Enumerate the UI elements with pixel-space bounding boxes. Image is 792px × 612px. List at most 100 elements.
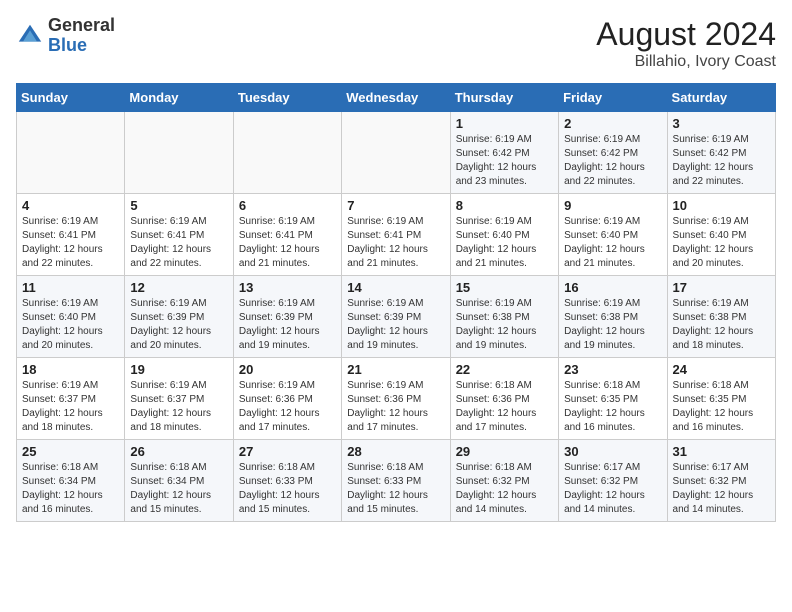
day-number: 17 (673, 280, 770, 295)
day-number: 30 (564, 444, 661, 459)
day-number: 31 (673, 444, 770, 459)
header-cell-monday: Monday (125, 84, 233, 112)
day-cell: 10 Sunrise: 6:19 AM Sunset: 6:40 PM Dayli… (667, 194, 775, 276)
day-info: Sunrise: 6:19 AM Sunset: 6:39 PM Dayligh… (239, 297, 336, 353)
day-number: 18 (22, 362, 119, 377)
logo-general: General (48, 16, 115, 36)
day-cell: 24Sunrise: 6:18 AM Sunset: 6:35 PM Dayli… (667, 358, 775, 440)
day-number: 26 (130, 444, 227, 459)
header-cell-wednesday: Wednesday (342, 84, 450, 112)
day-number: 21 (347, 362, 444, 377)
day-cell: 21 Sunrise: 6:19 AM Sunset: 6:36 PM Dayli… (342, 358, 450, 440)
page-header: General Blue August 2024 Billahio, Ivory… (16, 16, 776, 71)
day-cell (17, 112, 125, 194)
header-cell-tuesday: Tuesday (233, 84, 341, 112)
header-cell-saturday: Saturday (667, 84, 775, 112)
day-number: 15 (456, 280, 553, 295)
week-row-1: 1 Sunrise: 6:19 AM Sunset: 6:42 PM Daylig… (17, 112, 776, 194)
day-info: Sunrise: 6:19 AM Sunset: 6:38 PM Dayligh… (564, 297, 661, 353)
logo-text: General Blue (48, 16, 115, 56)
title-block: August 2024 Billahio, Ivory Coast (596, 16, 776, 71)
day-cell: 7 Sunrise: 6:19 AM Sunset: 6:41 PM Daylig… (342, 194, 450, 276)
day-cell: 27 Sunrise: 6:18 AM Sunset: 6:33 PM Dayli… (233, 440, 341, 522)
week-row-4: 18 Sunrise: 6:19 AM Sunset: 6:37 PM Dayli… (17, 358, 776, 440)
day-info: Sunrise: 6:19 AM Sunset: 6:40 PM Dayligh… (456, 215, 553, 271)
day-info: Sunrise: 6:19 AM Sunset: 6:42 PM Dayligh… (456, 133, 553, 189)
day-cell (125, 112, 233, 194)
day-info: Sunrise: 6:19 AM Sunset: 6:36 PM Dayligh… (239, 379, 336, 435)
day-info: Sunrise: 6:19 AM Sunset: 6:41 PM Dayligh… (347, 215, 444, 271)
day-cell: 3Sunrise: 6:19 AM Sunset: 6:42 PM Daylig… (667, 112, 775, 194)
day-cell: 19 Sunrise: 6:19 AM Sunset: 6:37 PM Dayli… (125, 358, 233, 440)
day-cell: 18 Sunrise: 6:19 AM Sunset: 6:37 PM Dayli… (17, 358, 125, 440)
day-cell: 4Sunrise: 6:19 AM Sunset: 6:41 PM Daylig… (17, 194, 125, 276)
day-info: Sunrise: 6:17 AM Sunset: 6:32 PM Dayligh… (564, 461, 661, 517)
logo-blue: Blue (48, 36, 115, 56)
day-number: 12 (130, 280, 227, 295)
day-number: 19 (130, 362, 227, 377)
day-info: Sunrise: 6:19 AM Sunset: 6:41 PM Dayligh… (130, 215, 227, 271)
day-info: Sunrise: 6:19 AM Sunset: 6:39 PM Dayligh… (130, 297, 227, 353)
day-number: 25 (22, 444, 119, 459)
day-cell: 13 Sunrise: 6:19 AM Sunset: 6:39 PM Dayli… (233, 276, 341, 358)
day-info: Sunrise: 6:19 AM Sunset: 6:37 PM Dayligh… (22, 379, 119, 435)
day-number: 8 (456, 198, 553, 213)
day-cell: 25 Sunrise: 6:18 AM Sunset: 6:34 PM Dayli… (17, 440, 125, 522)
day-cell: 15 Sunrise: 6:19 AM Sunset: 6:38 PM Dayli… (450, 276, 558, 358)
day-info: Sunrise: 6:19 AM Sunset: 6:42 PM Dayligh… (564, 133, 661, 189)
day-info: Sunrise: 6:18 AM Sunset: 6:36 PM Dayligh… (456, 379, 553, 435)
day-cell: 2 Sunrise: 6:19 AM Sunset: 6:42 PM Daylig… (559, 112, 667, 194)
day-number: 23 (564, 362, 661, 377)
day-cell: 1 Sunrise: 6:19 AM Sunset: 6:42 PM Daylig… (450, 112, 558, 194)
week-row-5: 25 Sunrise: 6:18 AM Sunset: 6:34 PM Dayli… (17, 440, 776, 522)
day-info: Sunrise: 6:18 AM Sunset: 6:34 PM Dayligh… (22, 461, 119, 517)
day-cell: 30 Sunrise: 6:17 AM Sunset: 6:32 PM Dayli… (559, 440, 667, 522)
day-cell: 12 Sunrise: 6:19 AM Sunset: 6:39 PM Dayli… (125, 276, 233, 358)
day-number: 10 (673, 198, 770, 213)
header-cell-friday: Friday (559, 84, 667, 112)
day-cell: 31 Sunrise: 6:17 AM Sunset: 6:32 PM Dayli… (667, 440, 775, 522)
day-number: 11 (22, 280, 119, 295)
day-info: Sunrise: 6:19 AM Sunset: 6:41 PM Dayligh… (22, 215, 119, 271)
day-cell: 26 Sunrise: 6:18 AM Sunset: 6:34 PM Dayli… (125, 440, 233, 522)
day-info: Sunrise: 6:19 AM Sunset: 6:40 PM Dayligh… (22, 297, 119, 353)
header-cell-sunday: Sunday (17, 84, 125, 112)
day-number: 14 (347, 280, 444, 295)
day-info: Sunrise: 6:19 AM Sunset: 6:37 PM Dayligh… (130, 379, 227, 435)
week-row-3: 11 Sunrise: 6:19 AM Sunset: 6:40 PM Dayli… (17, 276, 776, 358)
day-cell: 6Sunrise: 6:19 AM Sunset: 6:41 PM Daylig… (233, 194, 341, 276)
day-info: Sunrise: 6:18 AM Sunset: 6:34 PM Dayligh… (130, 461, 227, 517)
day-cell: 5Sunrise: 6:19 AM Sunset: 6:41 PM Daylig… (125, 194, 233, 276)
day-info: Sunrise: 6:18 AM Sunset: 6:33 PM Dayligh… (239, 461, 336, 517)
day-cell: 28Sunrise: 6:18 AM Sunset: 6:33 PM Dayli… (342, 440, 450, 522)
day-info: Sunrise: 6:19 AM Sunset: 6:40 PM Dayligh… (673, 215, 770, 271)
day-number: 27 (239, 444, 336, 459)
day-info: Sunrise: 6:17 AM Sunset: 6:32 PM Dayligh… (673, 461, 770, 517)
day-info: Sunrise: 6:19 AM Sunset: 6:40 PM Dayligh… (564, 215, 661, 271)
day-number: 7 (347, 198, 444, 213)
logo-icon (16, 22, 44, 50)
day-info: Sunrise: 6:18 AM Sunset: 6:32 PM Dayligh… (456, 461, 553, 517)
day-cell: 8 Sunrise: 6:19 AM Sunset: 6:40 PM Daylig… (450, 194, 558, 276)
day-info: Sunrise: 6:19 AM Sunset: 6:39 PM Dayligh… (347, 297, 444, 353)
day-number: 28 (347, 444, 444, 459)
day-cell (342, 112, 450, 194)
day-number: 16 (564, 280, 661, 295)
day-info: Sunrise: 6:19 AM Sunset: 6:38 PM Dayligh… (673, 297, 770, 353)
month-year-title: August 2024 (596, 16, 776, 53)
day-number: 13 (239, 280, 336, 295)
day-info: Sunrise: 6:19 AM Sunset: 6:38 PM Dayligh… (456, 297, 553, 353)
day-cell: 9Sunrise: 6:19 AM Sunset: 6:40 PM Daylig… (559, 194, 667, 276)
location-subtitle: Billahio, Ivory Coast (596, 53, 776, 71)
calendar-header: SundayMondayTuesdayWednesdayThursdayFrid… (17, 84, 776, 112)
logo: General Blue (16, 16, 115, 56)
day-cell: 22Sunrise: 6:18 AM Sunset: 6:36 PM Dayli… (450, 358, 558, 440)
day-number: 29 (456, 444, 553, 459)
day-number: 2 (564, 116, 661, 131)
header-cell-thursday: Thursday (450, 84, 558, 112)
day-cell: 14 Sunrise: 6:19 AM Sunset: 6:39 PM Dayli… (342, 276, 450, 358)
day-cell: 11 Sunrise: 6:19 AM Sunset: 6:40 PM Dayli… (17, 276, 125, 358)
day-info: Sunrise: 6:19 AM Sunset: 6:36 PM Dayligh… (347, 379, 444, 435)
day-number: 3 (673, 116, 770, 131)
day-number: 1 (456, 116, 553, 131)
